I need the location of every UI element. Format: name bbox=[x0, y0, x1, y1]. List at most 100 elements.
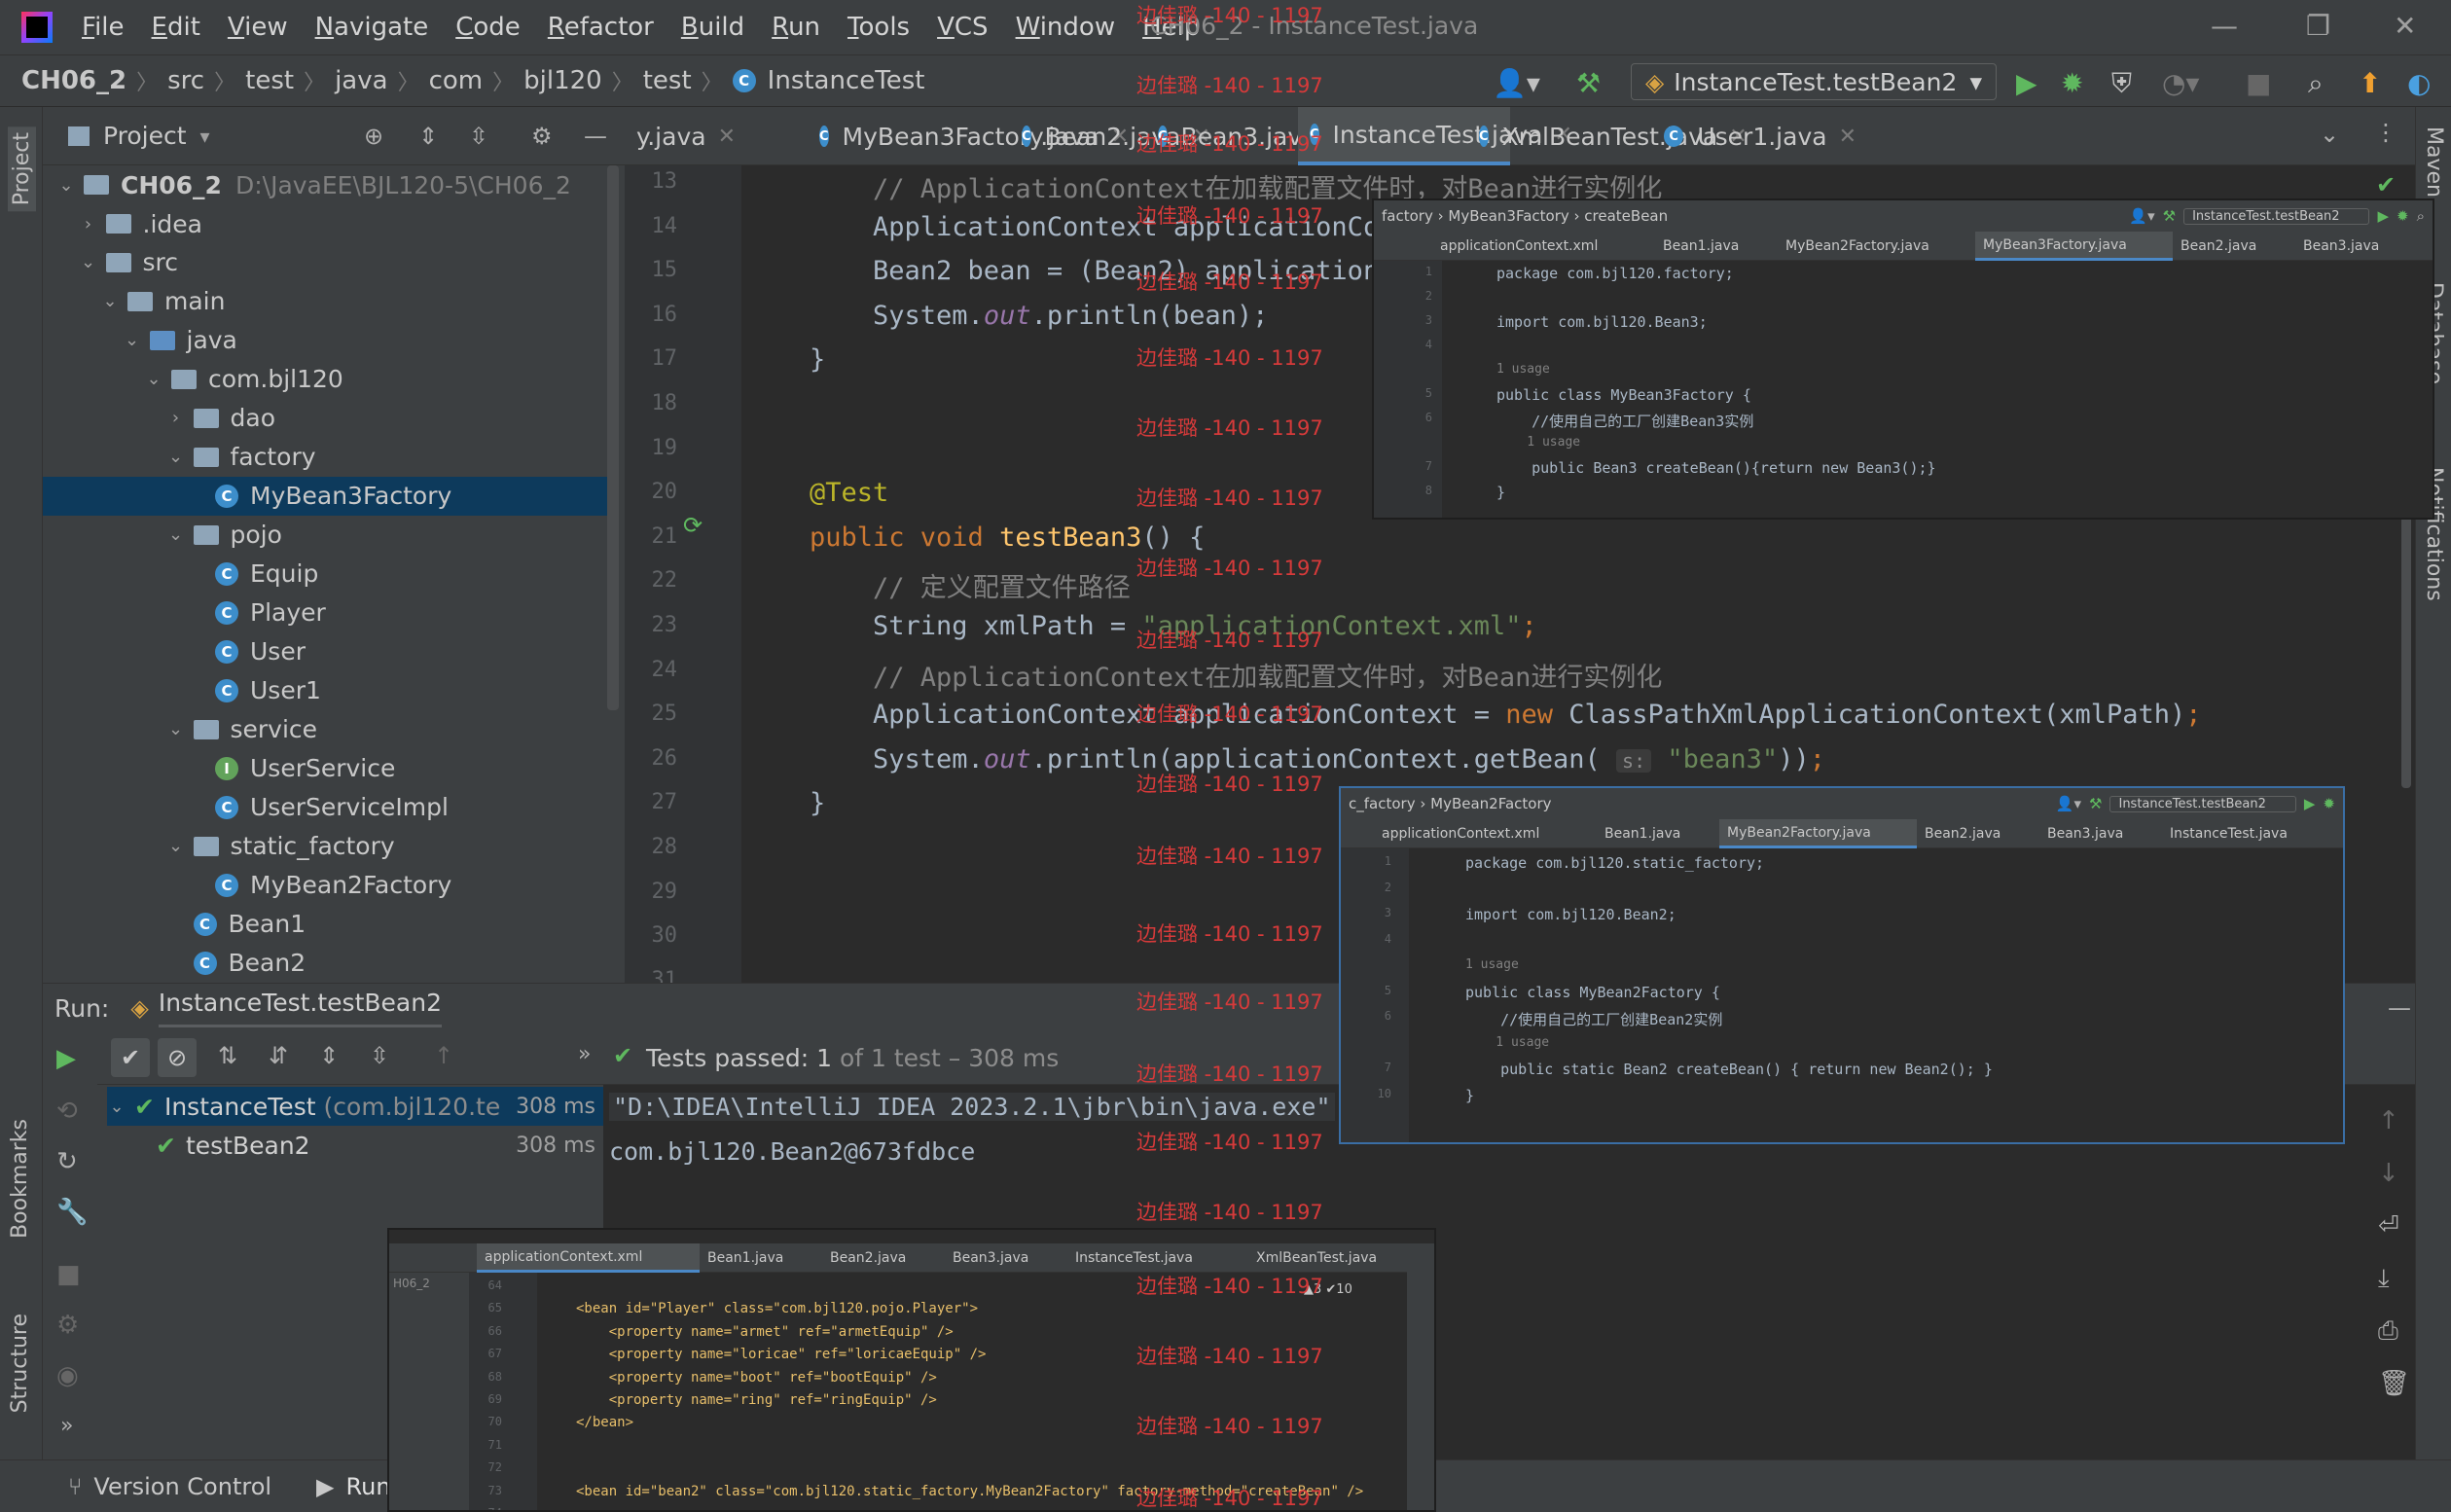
debug-icon[interactable]: ✹ bbox=[2397, 207, 2409, 225]
previous-failed-icon[interactable]: ↑ bbox=[434, 1042, 453, 1069]
soft-wrap-icon[interactable]: ⏎ bbox=[2378, 1211, 2399, 1241]
overlay-tab[interactable]: Bean2.java bbox=[822, 1243, 945, 1273]
breadcrumb-item[interactable]: src bbox=[167, 66, 204, 95]
menu-window[interactable]: Window bbox=[1016, 13, 1116, 42]
scroll-to-end-icon[interactable]: ⤓ bbox=[2378, 1264, 2390, 1294]
chevron-down-icon[interactable]: ⌄ bbox=[123, 330, 142, 350]
overlay-tab[interactable]: XmlBeanTest.java bbox=[1248, 1243, 1422, 1273]
run-tool-tab[interactable]: Run bbox=[346, 1473, 391, 1500]
trash-icon[interactable]: 🗑 bbox=[2378, 1369, 2410, 1398]
overlay-tab[interactable]: Bean2.java bbox=[1917, 819, 2039, 848]
stop-icon[interactable]: ■ bbox=[2246, 67, 2271, 99]
overlay-tab[interactable]: MyBean2Factory.java bbox=[1719, 819, 1917, 848]
menu-code[interactable]: Code bbox=[455, 13, 521, 42]
more-options-icon[interactable]: ⋮ bbox=[2374, 119, 2397, 146]
chevron-down-icon[interactable]: ⌄ bbox=[166, 719, 186, 739]
overlay-tab[interactable]: Bean3.java bbox=[945, 1243, 1067, 1273]
print-icon[interactable]: ⎙ bbox=[2378, 1316, 2398, 1347]
overlay-tab[interactable]: InstanceTest.java bbox=[1067, 1243, 1248, 1273]
menu-file[interactable]: File bbox=[82, 13, 125, 42]
close-icon[interactable]: ✕ bbox=[1839, 125, 1856, 149]
project-scrollbar[interactable] bbox=[607, 165, 619, 710]
menu-edit[interactable]: Edit bbox=[152, 13, 200, 42]
more-icon[interactable]: » bbox=[60, 1414, 73, 1438]
run-configuration-select[interactable]: ◈ InstanceTest.testBean2 ▾ bbox=[1631, 63, 1997, 100]
stop-icon[interactable]: ■ bbox=[56, 1260, 81, 1289]
coverage-icon[interactable]: ⛨ bbox=[2111, 67, 2132, 100]
breadcrumb-item[interactable]: CH06_2 bbox=[21, 66, 126, 95]
settings-icon[interactable]: ⚙ bbox=[56, 1311, 79, 1340]
chevron-right-icon[interactable]: › bbox=[166, 408, 186, 428]
expand-all-icon[interactable]: ⇕ bbox=[418, 123, 438, 150]
wrench-icon[interactable]: 🔧 bbox=[56, 1198, 88, 1227]
overlay-tab[interactable]: Bean3.java bbox=[2295, 232, 2418, 261]
tree-item[interactable]: › .idea bbox=[43, 204, 617, 243]
structure-tool-tab[interactable]: Structure bbox=[8, 1314, 32, 1413]
build-hammer-icon[interactable]: ⚒ bbox=[2163, 207, 2176, 225]
chevron-down-icon[interactable]: ⌄ bbox=[79, 252, 98, 272]
tree-item[interactable]: C MyBean3Factory bbox=[43, 476, 617, 516]
tree-item[interactable]: ⌄ factory bbox=[43, 438, 617, 477]
search-icon[interactable]: ⌕ bbox=[2417, 207, 2425, 225]
menu-view[interactable]: View bbox=[228, 13, 288, 42]
version-control-tab[interactable]: Version Control bbox=[93, 1473, 271, 1500]
tree-item[interactable]: ⌄ java bbox=[43, 321, 617, 360]
minimize-icon[interactable]: — bbox=[2211, 10, 2238, 42]
debug-icon[interactable]: ✹ bbox=[2061, 67, 2083, 99]
overlay-tab[interactable]: applicationContext.xml bbox=[477, 1243, 700, 1273]
overlay-tab[interactable]: applicationContext.xml bbox=[1432, 232, 1655, 261]
editor-tab[interactable]: C User1.java ✕ bbox=[1652, 107, 1856, 165]
rerun-icon[interactable]: ▶ bbox=[56, 1044, 76, 1073]
chevron-down-icon[interactable]: ⌄ bbox=[100, 291, 120, 311]
run-configuration-select[interactable]: InstanceTest.testBean2 bbox=[2109, 795, 2296, 812]
run-tab-instance-test[interactable]: InstanceTest.testBean2 bbox=[158, 989, 442, 1027]
tree-item[interactable]: › dao bbox=[43, 399, 617, 438]
restore-icon[interactable]: ❐ bbox=[2306, 10, 2330, 42]
user-icon[interactable]: 👤▾ bbox=[1493, 67, 1540, 99]
hide-panel-icon[interactable]: — bbox=[584, 123, 607, 150]
more-icon[interactable]: » bbox=[578, 1042, 591, 1066]
scroll-up-icon[interactable]: ↑ bbox=[2378, 1106, 2399, 1135]
plugin-icon[interactable]: ◐ bbox=[2407, 67, 2431, 99]
overlay-tab[interactable]: MyBean3Factory.java bbox=[1975, 232, 2173, 261]
breadcrumb-item[interactable]: bjl120 bbox=[523, 66, 602, 95]
run-icon[interactable]: ▶ bbox=[2377, 207, 2389, 225]
tree-item[interactable]: ⌄ pojo bbox=[43, 516, 617, 555]
breadcrumb-item[interactable]: com bbox=[429, 66, 484, 95]
test-case-row[interactable]: ✔ testBean2 308 ms bbox=[156, 1126, 603, 1165]
chevron-down-icon[interactable]: ⌄ bbox=[144, 369, 163, 389]
overlay-tab[interactable]: InstanceTest.java bbox=[2162, 819, 2343, 848]
tree-item[interactable]: C User bbox=[43, 632, 617, 671]
tree-root[interactable]: ⌄ CH06_2 D:\JavaEE\BJL120-5\CH06_2 bbox=[43, 165, 617, 204]
user-icon[interactable]: 👤▾ bbox=[2129, 207, 2154, 225]
chevron-down-icon[interactable]: ⌄ bbox=[166, 836, 186, 856]
user-icon[interactable]: 👤▾ bbox=[2056, 795, 2081, 812]
overlay-tab[interactable]: Bean3.java bbox=[2039, 819, 2162, 848]
tree-item[interactable]: ⌄ com.bjl120 bbox=[43, 360, 617, 399]
chevron-down-icon[interactable]: ⌄ bbox=[166, 524, 186, 545]
tree-item[interactable]: C Bean2 bbox=[43, 944, 617, 983]
tree-item[interactable]: C Bean1 bbox=[43, 905, 617, 944]
scroll-down-icon[interactable]: ↓ bbox=[2378, 1159, 2399, 1188]
tree-item[interactable]: C User1 bbox=[43, 671, 617, 710]
maven-tool-tab[interactable]: Maven bbox=[2422, 126, 2446, 198]
bookmarks-tool-tab[interactable]: Bookmarks bbox=[8, 1119, 32, 1239]
chevron-down-icon[interactable]: ⌄ bbox=[166, 447, 186, 467]
sort-alpha-icon[interactable]: ⇅ bbox=[218, 1042, 237, 1069]
overlay-tab[interactable]: applicationContext.xml bbox=[1374, 819, 1597, 848]
tree-item[interactable]: C MyBean2Factory bbox=[43, 866, 617, 905]
tree-item[interactable]: ⌄ static_factory bbox=[43, 827, 617, 866]
menu-run[interactable]: Run bbox=[772, 13, 820, 42]
project-tool-tab[interactable]: Project bbox=[8, 126, 36, 212]
close-icon[interactable]: ✕ bbox=[718, 125, 736, 149]
overlay-tab[interactable]: Bean1.java bbox=[700, 1243, 822, 1273]
tree-item[interactable]: I UserService bbox=[43, 749, 617, 788]
tree-item[interactable]: ⌄ main bbox=[43, 282, 617, 321]
show-passed-icon[interactable]: ✔ bbox=[111, 1038, 150, 1077]
chevron-down-icon[interactable]: ▾ bbox=[200, 125, 210, 148]
search-icon[interactable]: ⌕ bbox=[2308, 67, 2324, 100]
camera-icon[interactable]: ◉ bbox=[56, 1361, 79, 1390]
profile-icon[interactable]: ◔▾ bbox=[2162, 67, 2200, 99]
update-icon[interactable]: ⬆ bbox=[2359, 67, 2381, 99]
run-configuration-select[interactable]: InstanceTest.testBean2 bbox=[2183, 207, 2370, 225]
